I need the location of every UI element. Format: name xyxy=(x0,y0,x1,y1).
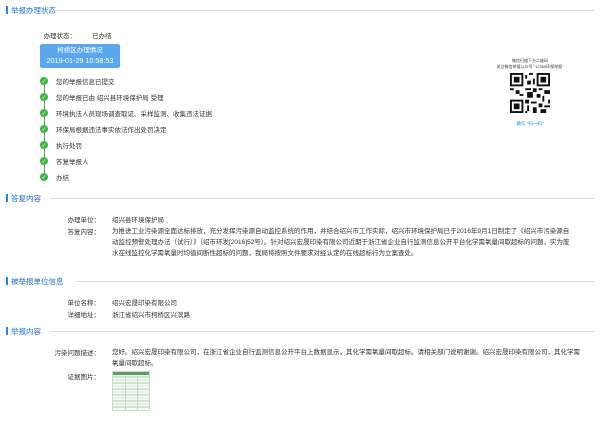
unit-address-value: 浙江省绍兴市柯桥区兴滨路 xyxy=(112,312,190,319)
section-title-status: 举报办理状态 xyxy=(6,5,56,15)
timeline-step: ✓ 执行处罚 xyxy=(40,137,300,161)
status-label: 办理状态： xyxy=(43,33,77,40)
check-icon: ✓ xyxy=(40,173,48,181)
progress-timeline: ✓ 您的举报信息已提交 ✓ 您的举报已由 绍兴县环境保护局 受理 ✓ 环境执法人员现场… xyxy=(40,73,300,185)
check-icon: ✓ xyxy=(40,109,48,117)
reply-unit-label: 办理单位： xyxy=(67,217,101,224)
section-divider xyxy=(76,281,594,282)
evidence-label: 证据图片： xyxy=(67,374,101,381)
reply-unit-value: 绍兴县环境保护局 xyxy=(112,217,164,224)
district-status-date: 2019-01-29 10:58:53 xyxy=(46,56,114,65)
qr-caption: 微信 "扫一扫" xyxy=(516,121,544,126)
timeline-step: ✓ 环境执法人员现场调查取证、采样监测、收集违法证据 xyxy=(40,105,300,129)
check-icon: ✓ xyxy=(40,157,48,165)
timeline-step: ✓ 办结 xyxy=(40,173,69,182)
unit-address-label: 详细地址： xyxy=(67,312,101,319)
qr-note-line2: 关注微信举报公众号 "12369环保举报" xyxy=(496,64,564,69)
check-icon: ✓ xyxy=(40,93,48,101)
section-divider xyxy=(50,10,594,11)
section-title-report-content: 举报内容 xyxy=(6,326,41,336)
wechat-qr-panel: 微信扫描下方二维码 关注微信举报公众号 "12369环保举报" 微信 "扫一扫" xyxy=(480,58,580,127)
reply-content-label: 答复内容： xyxy=(67,229,101,236)
unit-name-value: 绍兴宏晟印染有限公司 xyxy=(112,300,177,307)
status-value: 已办结 xyxy=(92,33,112,40)
qr-code-icon xyxy=(510,73,550,113)
check-icon: ✓ xyxy=(40,125,48,133)
check-icon: ✓ xyxy=(40,77,48,85)
timeline-step: ✓ 答复举报人 xyxy=(40,153,300,177)
section-divider xyxy=(50,198,594,199)
section-divider xyxy=(50,331,594,332)
evidence-image-thumbnail[interactable] xyxy=(112,371,150,411)
district-status-title: 柯桥区办理情况 xyxy=(57,47,103,54)
timeline-step: ✓ 您的举报已由 绍兴县环境保护局 受理 xyxy=(40,89,300,113)
section-title-reply: 答复内容 xyxy=(6,193,41,203)
district-status-box: 柯桥区办理情况 2019-01-29 10:58:53 xyxy=(40,44,120,68)
check-icon: ✓ xyxy=(40,141,48,149)
timeline-step: ✓ 环保局根据违法事实依法作出处罚决定 xyxy=(40,121,300,145)
reply-content-value: 为推进工业污染源全面达标排放，充分发挥污染源自动监控系统的作用，并结合绍兴市工作… xyxy=(112,228,570,257)
timeline-step: ✓ 您的举报信息已提交 xyxy=(40,73,300,97)
spreadsheet-image-icon xyxy=(113,372,149,410)
pollution-desc-label: 污染问题描述： xyxy=(54,350,101,357)
unit-name-label: 单位名称： xyxy=(67,300,101,307)
section-title-reported-unit: 被举报单位信息 xyxy=(6,276,64,286)
pollution-desc-value: 您好。绍兴宏晟印染有限公司，在浙江省企业自行监测信息公开平台上数据显示，其化学需… xyxy=(112,349,580,367)
